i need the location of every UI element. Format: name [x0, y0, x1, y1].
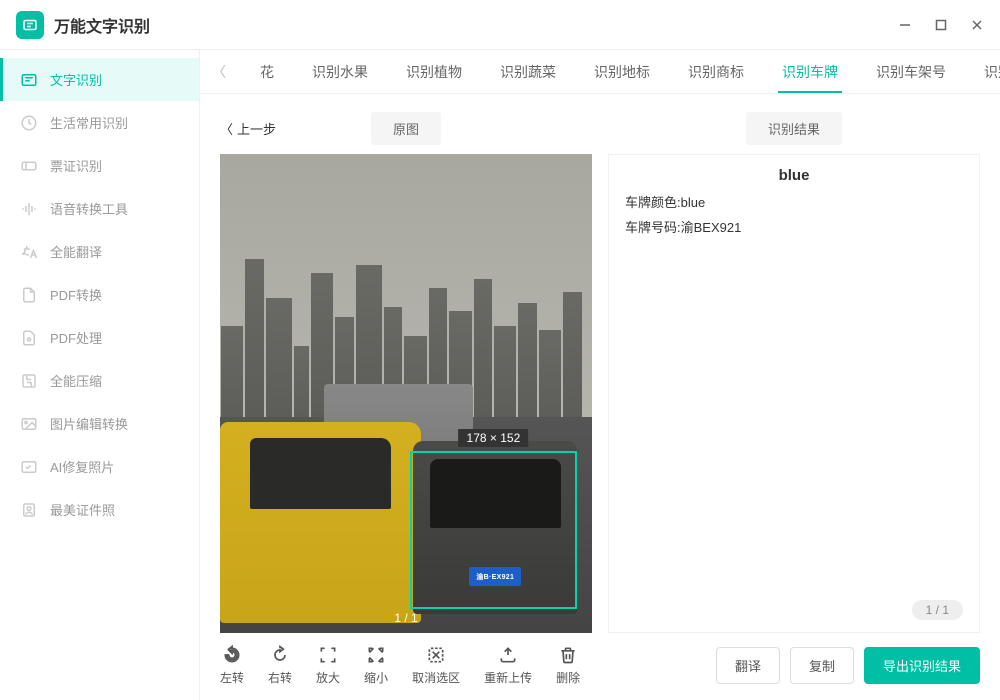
rotate-right-icon	[270, 645, 290, 665]
compress-icon	[20, 372, 38, 390]
rotate-right-button[interactable]: 右转	[268, 645, 292, 686]
copy-button[interactable]: 复制	[790, 647, 854, 684]
sidebar-item-label: 图片编辑转换	[50, 414, 128, 433]
maximize-button[interactable]	[934, 18, 948, 32]
sidebar-item-ai-restore[interactable]: AI修复照片	[0, 445, 199, 488]
result-panel: 识别结果 blue 车牌颜色:blue 车牌号码:渝BEX921 1 / 1	[608, 110, 980, 633]
result-pager: 1 / 1	[912, 600, 963, 620]
sidebar-item-text-ocr[interactable]: 文字识别	[0, 58, 199, 101]
tab-car-model[interactable]: 识别车型	[980, 52, 1000, 92]
original-image-panel: 〈 上一步 原图	[220, 110, 592, 633]
action-buttons: 翻译 复制 导出识别结果	[716, 647, 980, 684]
tab-flower[interactable]: 花	[256, 52, 278, 92]
zoom-out-icon	[366, 645, 386, 665]
tabs-scroll-left[interactable]: 〈	[212, 62, 226, 82]
result-text-area[interactable]: blue 车牌颜色:blue 车牌号码:渝BEX921 1 / 1	[608, 154, 980, 633]
sidebar-item-pdf-convert[interactable]: PDF转换	[0, 273, 199, 316]
app-title: 万能文字识别	[54, 13, 150, 37]
app-logo-icon	[16, 11, 44, 39]
tab-license-plate[interactable]: 识别车牌	[778, 52, 842, 92]
image-toolbar: 左转 右转 放大 缩小	[220, 645, 580, 686]
pdf-convert-icon	[20, 286, 38, 304]
pdf-process-icon	[20, 329, 38, 347]
rotate-left-button[interactable]: 左转	[220, 645, 244, 686]
tab-vin[interactable]: 识别车架号	[872, 52, 950, 92]
sidebar-item-label: 票证识别	[50, 156, 102, 175]
translate-button[interactable]: 翻译	[716, 647, 780, 684]
sidebar-item-label: AI修复照片	[50, 457, 114, 476]
chevron-left-icon: 〈	[220, 119, 233, 138]
minimize-button[interactable]	[898, 18, 912, 32]
tab-plant[interactable]: 识别植物	[402, 52, 466, 92]
sidebar-item-label: 全能压缩	[50, 371, 102, 390]
sidebar-item-label: PDF转换	[50, 285, 102, 304]
sidebar-item-label: PDF处理	[50, 328, 102, 347]
sidebar-item-compress[interactable]: 全能压缩	[0, 359, 199, 402]
clear-selection-button[interactable]: 取消选区	[412, 645, 460, 686]
sidebar-item-ticket-recognition[interactable]: 票证识别	[0, 144, 199, 187]
export-result-button[interactable]: 导出识别结果	[864, 647, 980, 684]
zoom-in-button[interactable]: 放大	[316, 645, 340, 686]
sidebar-item-label: 语音转换工具	[50, 199, 128, 218]
sidebar-item-translate[interactable]: 全能翻译	[0, 230, 199, 273]
sidebar-item-audio-convert[interactable]: 语音转换工具	[0, 187, 199, 230]
reupload-button[interactable]: 重新上传	[484, 645, 532, 686]
category-tabs: 〈 花 识别水果 识别植物 识别蔬菜 识别地标 识别商标 识别车牌 识别车架号 …	[200, 50, 1000, 94]
crop-dimensions-label: 178 × 152	[459, 429, 529, 447]
sidebar-item-label: 生活常用识别	[50, 113, 128, 132]
sidebar: 文字识别 生活常用识别 票证识别 语音转换工具 全能翻译 PDF转换 PDF处理	[0, 50, 200, 700]
result-label: 识别结果	[746, 112, 842, 145]
delete-button[interactable]: 删除	[556, 645, 580, 686]
sidebar-item-label: 全能翻译	[50, 242, 102, 261]
crop-selection[interactable]: 178 × 152	[410, 451, 577, 609]
sidebar-item-id-photo[interactable]: 最美证件照	[0, 488, 199, 531]
delete-icon	[558, 645, 578, 665]
translate-icon	[20, 243, 38, 261]
tab-fruit[interactable]: 识别水果	[308, 52, 372, 92]
ai-restore-icon	[20, 458, 38, 476]
id-photo-icon	[20, 501, 38, 519]
zoom-out-button[interactable]: 缩小	[364, 645, 388, 686]
window-controls	[898, 18, 984, 32]
sidebar-item-image-edit[interactable]: 图片编辑转换	[0, 402, 199, 445]
daily-icon	[20, 114, 38, 132]
titlebar: 万能文字识别	[0, 0, 1000, 50]
result-title: blue	[625, 167, 963, 184]
sidebar-item-pdf-process[interactable]: PDF处理	[0, 316, 199, 359]
image-edit-icon	[20, 415, 38, 433]
tab-trademark[interactable]: 识别商标	[684, 52, 748, 92]
tab-landmark[interactable]: 识别地标	[590, 52, 654, 92]
audio-icon	[20, 200, 38, 218]
sidebar-item-daily-recognition[interactable]: 生活常用识别	[0, 101, 199, 144]
reupload-icon	[498, 645, 518, 665]
image-page-indicator: 1 / 1	[394, 611, 417, 625]
sidebar-item-label: 最美证件照	[50, 500, 115, 519]
zoom-in-icon	[318, 645, 338, 665]
sidebar-item-label: 文字识别	[50, 70, 102, 89]
original-image-label: 原图	[371, 112, 441, 145]
result-color-line: 车牌颜色:blue	[625, 192, 963, 211]
clear-selection-icon	[426, 645, 446, 665]
tab-vegetable[interactable]: 识别蔬菜	[496, 52, 560, 92]
result-number-line: 车牌号码:渝BEX921	[625, 217, 963, 236]
image-viewport[interactable]: 渝B·EX921 178 × 152 1 / 1	[220, 154, 592, 633]
back-button[interactable]: 〈 上一步	[220, 119, 276, 138]
text-ocr-icon	[20, 71, 38, 89]
rotate-left-icon	[222, 645, 242, 665]
ticket-icon	[20, 157, 38, 175]
close-button[interactable]	[970, 18, 984, 32]
